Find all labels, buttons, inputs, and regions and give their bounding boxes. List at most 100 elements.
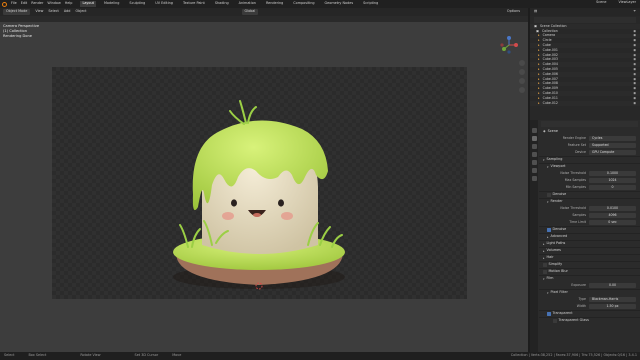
hair-section-header[interactable]: ▸ Hair <box>539 254 640 261</box>
noise-threshold-field[interactable]: 0.1000 <box>589 171 636 176</box>
exposure-field[interactable]: 0.00 <box>589 283 636 288</box>
mesh-object-icon: ▸ <box>538 57 540 62</box>
camera-view-icon[interactable] <box>519 78 525 84</box>
film-section-header[interactable]: ▾ Film <box>539 275 640 282</box>
perspective-toggle-icon[interactable] <box>519 87 525 93</box>
menu-view[interactable]: View <box>35 9 43 13</box>
render-tab-icon[interactable] <box>531 136 537 141</box>
samples-field[interactable]: 4096 <box>589 213 636 218</box>
transparent-checkbox[interactable] <box>547 312 551 316</box>
properties-search-input[interactable] <box>541 121 638 127</box>
tab-texture-paint[interactable]: Texture Paint <box>181 1 207 6</box>
visibility-eye-icon[interactable]: ◉ <box>633 62 636 66</box>
transform-orientation-dropdown[interactable]: Global <box>241 9 259 15</box>
render-subsection-header[interactable]: ▾ Render <box>539 198 640 205</box>
tool-tab-icon[interactable] <box>531 128 537 133</box>
scene-selector[interactable]: Scene <box>596 0 606 4</box>
navigation-gizmo[interactable] <box>498 34 520 56</box>
menu-select[interactable]: Select <box>48 9 58 13</box>
denoise-checkbox[interactable] <box>547 193 551 197</box>
tab-sculpting[interactable]: Sculpting <box>127 1 147 6</box>
menu-render[interactable]: Render <box>31 1 43 5</box>
volumes-section-header[interactable]: ▸ Volumes <box>539 247 640 254</box>
render-noise-threshold-field[interactable]: 0.0100 <box>589 206 636 211</box>
blender-logo-icon[interactable] <box>2 1 7 7</box>
visibility-eye-icon[interactable]: ◉ <box>633 58 636 61</box>
view-layer-tab-icon[interactable] <box>531 152 537 157</box>
menu-file[interactable]: File <box>11 1 17 5</box>
visibility-eye-icon[interactable]: ◉ <box>633 48 636 52</box>
menu-help[interactable]: Help <box>65 1 73 5</box>
visibility-eye-icon[interactable]: ◉ <box>633 101 636 105</box>
visibility-eye-icon[interactable]: ◉ <box>633 86 636 90</box>
light-paths-section-header[interactable]: ▸ Light Paths <box>539 240 640 247</box>
tab-uv-editing[interactable]: UV Editing <box>153 1 175 6</box>
rendered-character <box>173 100 345 290</box>
properties-tabs <box>530 120 538 352</box>
outliner-search-input[interactable] <box>534 17 636 23</box>
visibility-eye-icon[interactable]: ◉ <box>633 96 636 100</box>
denoise-render-checkbox[interactable] <box>547 228 551 232</box>
visibility-eye-icon[interactable]: ◉ <box>633 67 636 71</box>
tab-scripting[interactable]: Scripting <box>361 1 380 6</box>
filter-width-field[interactable]: 1.50 px <box>589 304 636 309</box>
transparent-subsection-header[interactable]: Transparent <box>539 310 640 317</box>
visibility-eye-icon[interactable]: ◉ <box>633 77 636 81</box>
3d-viewport[interactable]: Camera Perspective (1) Collection Render… <box>0 22 528 352</box>
outliner-type-icon[interactable]: ▤ <box>534 9 537 13</box>
sampling-section-header[interactable]: ▾ Sampling <box>539 156 640 163</box>
visibility-eye-icon[interactable]: ◉ <box>633 29 636 33</box>
menu-add[interactable]: Add <box>64 9 71 13</box>
filter-type-dropdown[interactable]: Blackman-Harris <box>589 297 636 302</box>
time-limit-field[interactable]: 0 sec <box>589 220 636 225</box>
world-tab-icon[interactable] <box>531 168 537 173</box>
transparent-glass-checkbox[interactable] <box>553 319 557 323</box>
viewport-denoise-header[interactable]: Denoise <box>539 191 640 198</box>
menu-edit[interactable]: Edit <box>21 1 28 5</box>
view-layer-selector[interactable]: ViewLayer <box>619 0 637 4</box>
pixel-filter-subsection-header[interactable]: ▾ Pixel Filter <box>539 289 640 296</box>
tab-geometry-nodes[interactable]: Geometry Nodes <box>323 1 356 6</box>
render-noise-threshold-row: Noise Threshold 0.0100 <box>539 205 640 212</box>
simplify-section-header[interactable]: Simplify <box>539 261 640 268</box>
tab-layout[interactable]: Layout <box>80 1 96 7</box>
device-dropdown[interactable]: GPU Compute <box>589 150 636 155</box>
transparent-glass-row[interactable]: Transparent Glass <box>539 317 640 324</box>
viewport-subsection-header[interactable]: ▾ Viewport <box>539 163 640 170</box>
visibility-eye-icon[interactable]: ◉ <box>633 43 636 47</box>
visibility-eye-icon[interactable]: ◉ <box>633 53 636 57</box>
visibility-eye-icon[interactable]: ◉ <box>633 91 636 95</box>
advanced-subsection-header[interactable]: ▸ Advanced <box>539 233 640 240</box>
render-denoise-header[interactable]: Denoise <box>539 226 640 233</box>
exposure-row: Exposure 0.00 <box>539 282 640 289</box>
outliner-filter-icon[interactable]: ⏷ <box>633 9 636 13</box>
simplify-checkbox[interactable] <box>543 263 547 267</box>
tab-rendering[interactable]: Rendering <box>264 1 285 6</box>
tab-animation[interactable]: Animation <box>237 1 258 6</box>
tab-modeling[interactable]: Modeling <box>102 1 121 6</box>
visibility-eye-icon[interactable]: ◉ <box>633 72 636 76</box>
visibility-eye-icon[interactable]: ◉ <box>633 38 636 42</box>
motion-blur-section-header[interactable]: Motion Blur <box>539 268 640 275</box>
visibility-eye-icon[interactable]: ◉ <box>633 82 636 85</box>
max-samples-label: Max Samples <box>564 177 586 182</box>
collection-icon: ▣ <box>534 23 538 28</box>
menu-object[interactable]: Object <box>75 9 86 13</box>
pan-icon[interactable] <box>519 69 525 75</box>
mode-dropdown[interactable]: Object Mode <box>3 9 31 15</box>
collection-tab-icon[interactable] <box>531 176 537 181</box>
tab-shading[interactable]: Shading <box>213 1 231 6</box>
render-engine-dropdown[interactable]: Cycles <box>589 136 636 141</box>
scene-tab-icon[interactable] <box>531 160 537 165</box>
zoom-icon[interactable] <box>519 60 525 66</box>
output-tab-icon[interactable] <box>531 144 537 149</box>
viewport-options-button[interactable]: Options <box>507 9 520 13</box>
tab-compositing[interactable]: Compositing <box>291 1 316 6</box>
motion-blur-checkbox[interactable] <box>543 270 547 274</box>
min-samples-field[interactable]: 0 <box>589 185 636 190</box>
max-samples-field[interactable]: 1024 <box>589 178 636 183</box>
visibility-eye-icon[interactable]: ◉ <box>633 34 636 37</box>
feature-set-dropdown[interactable]: Supported <box>589 143 636 148</box>
menu-window[interactable]: Window <box>47 1 60 5</box>
outliner-row-cube-012[interactable]: ▸ Cube.012 ◉ <box>530 100 640 106</box>
